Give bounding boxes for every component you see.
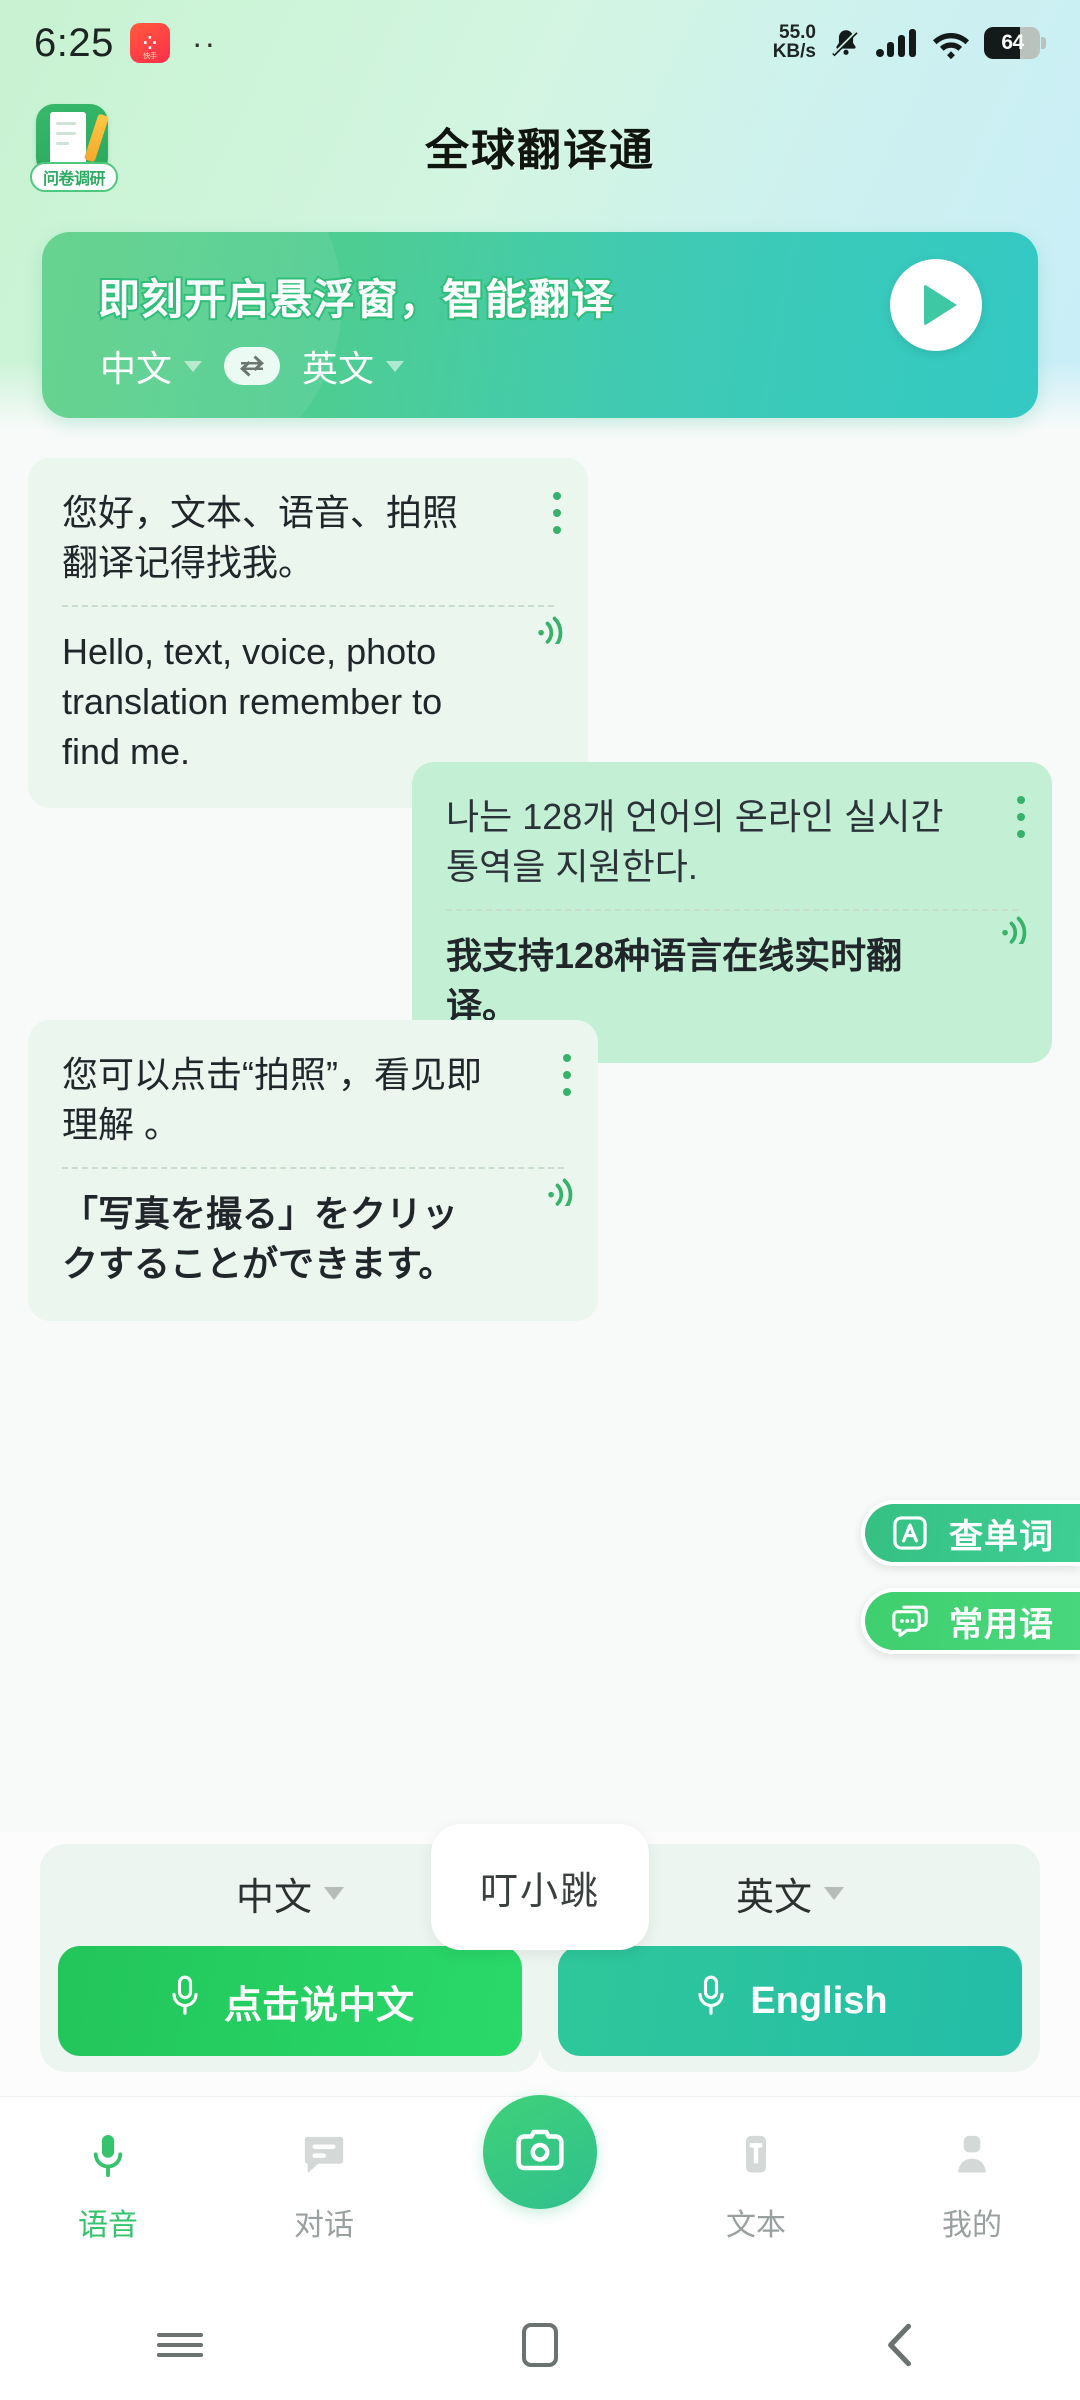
camera-fab-button[interactable] — [483, 2095, 597, 2209]
person-icon — [950, 2131, 994, 2186]
chat-message-left-2[interactable]: 您可以点击“拍照”，看见即理解 。 「写真を撮る」をクリックすることができます。 — [28, 1020, 598, 1321]
microphone-icon — [166, 1974, 204, 2028]
microphone-icon — [87, 2131, 129, 2186]
swap-languages-icon[interactable] — [224, 347, 281, 385]
message-source-text: 您好，文本、语音、拍照翻译记得找我。 — [62, 492, 459, 583]
lookup-word-chip-label: 查单词 — [949, 1517, 1054, 1556]
tab-dialogue[interactable]: 对话 — [216, 2097, 432, 2244]
android-navigation-bar[interactable] — [0, 2290, 1080, 2400]
common-phrases-chip-label: 常用语 — [949, 1605, 1054, 1644]
message-target-text: 「写真を撮る」をクリックすることができます。 — [62, 1193, 459, 1285]
more-options-icon[interactable] — [1016, 796, 1026, 838]
lookup-word-chip[interactable]: 查单词 — [861, 1500, 1080, 1566]
message-source-text: 您可以点击“拍照”，看见即理解 。 — [62, 1054, 482, 1145]
network-speed-unit: KB/s — [772, 41, 816, 62]
speaker-icon[interactable] — [544, 1172, 578, 1211]
tab-text[interactable]: 文本 — [648, 2097, 864, 2244]
network-speed: 55.0 KB/s — [773, 24, 816, 61]
tab-text-label: 文本 — [726, 2209, 786, 2242]
banner-source-lang[interactable]: 中文 — [100, 340, 172, 392]
battery-indicator: 64 — [984, 27, 1046, 59]
assistant-tooltip[interactable]: 叮小跳 — [431, 1824, 649, 1950]
banner-title: 即刻开启悬浮窗，智能翻译 — [96, 274, 615, 325]
speaker-icon[interactable] — [998, 910, 1032, 949]
chat-message-left-1[interactable]: 您好，文本、语音、拍照翻译记得找我。 Hello, text, voice, p… — [28, 458, 588, 809]
home-button[interactable] — [522, 2323, 558, 2367]
app-header: 问卷调研 全球翻译通 — [0, 100, 1080, 196]
voice-input-panel: 中文 点击说中文 英文 English 叮小跳 — [0, 1824, 1080, 2096]
battery-body: 64 — [984, 27, 1041, 59]
chevron-down-icon-target[interactable] — [386, 360, 405, 372]
more-options-icon[interactable] — [552, 492, 562, 534]
tab-dialogue-label: 对话 — [294, 2209, 354, 2242]
more-options-icon[interactable] — [562, 1054, 572, 1096]
bottom-tab-bar[interactable]: 语音 对话 文本 我的 — [0, 2095, 1080, 2290]
menu-lines-icon[interactable] — [0, 2327, 360, 2363]
home-square-icon[interactable] — [360, 2323, 720, 2367]
speak-english-button-label: English — [750, 1979, 888, 2022]
page-title: 全球翻译通 — [425, 126, 655, 175]
chevron-down-icon[interactable] — [184, 360, 203, 372]
chat-lines-icon — [301, 2131, 347, 2186]
mute-bell-icon — [829, 26, 863, 60]
battery-tip — [1041, 37, 1046, 49]
play-triangle — [924, 284, 957, 326]
source-language-label: 中文 — [235, 1877, 312, 1919]
target-language-label: 英文 — [735, 1877, 812, 1919]
chat-message-right-1[interactable]: 나는 128개 언어의 온라인 실시간 통역을 지원한다. 我支持128种语言在… — [412, 762, 1052, 1063]
status-bar-left: 6:25 ⁘ 快手 ·· — [34, 21, 217, 66]
back-button[interactable] — [883, 2321, 917, 2369]
tab-profile[interactable]: 我的 — [864, 2097, 1080, 2244]
common-phrases-chip[interactable]: 常用语 — [861, 1588, 1080, 1654]
message-target-text: Hello, text, voice, photo translation re… — [62, 631, 443, 772]
status-bar: 6:25 ⁘ 快手 ·· 55.0 KB/s 64 — [0, 0, 1080, 86]
speaker-icon[interactable] — [534, 610, 568, 649]
kuaishou-app-icon: ⁘ 快手 — [129, 23, 170, 63]
message-target-text: 我支持128种语言在线实时翻译。 — [446, 935, 903, 1027]
floating-window-promo-banner[interactable]: 即刻开启悬浮窗，智能翻译 中文 英文 — [42, 232, 1038, 418]
microphone-icon — [692, 1974, 730, 2028]
battery-percent: 64 — [1001, 31, 1024, 54]
chevron-down-icon-source[interactable] — [324, 1887, 344, 1900]
letter-a-box-icon — [889, 1512, 931, 1554]
status-time: 6:25 — [34, 20, 114, 65]
text-t-icon — [734, 2131, 778, 2186]
kuaishou-app-icon-sub: 快手 — [143, 53, 157, 60]
signal-bars-icon — [876, 27, 918, 59]
wifi-icon — [931, 27, 971, 59]
banner-language-selector: 中文 英文 — [100, 340, 405, 392]
tab-voice-label: 语音 — [78, 2209, 138, 2242]
banner-target-lang[interactable]: 英文 — [302, 340, 374, 392]
message-divider — [62, 605, 554, 608]
tab-camera[interactable] — [432, 2095, 648, 2209]
speak-chinese-button[interactable]: 点击说中文 — [58, 1946, 522, 2056]
chevron-down-icon-target-panel[interactable] — [824, 1887, 844, 1900]
status-overflow-dots: ·· — [191, 24, 218, 61]
message-divider — [62, 1167, 564, 1170]
tab-voice[interactable]: 语音 — [0, 2097, 216, 2244]
status-bar-right: 55.0 KB/s 64 — [773, 24, 1046, 61]
camera-icon — [513, 2123, 567, 2182]
chat-bubbles-icon — [889, 1600, 931, 1642]
speak-english-button[interactable]: English — [558, 1946, 1022, 2056]
message-source-text: 나는 128개 언어의 온라인 실시간 통역을 지원한다. — [446, 796, 944, 887]
message-divider — [446, 909, 1018, 912]
tab-profile-label: 我的 — [942, 2209, 1002, 2242]
play-icon[interactable] — [890, 259, 982, 351]
kuaishou-app-icon-glyph: ⁘ — [142, 32, 157, 54]
floating-action-chips[interactable]: 查单词 常用语 — [861, 1500, 1080, 1676]
speak-chinese-button-label: 点击说中文 — [223, 1984, 414, 2027]
recents-button[interactable] — [157, 2327, 203, 2363]
back-chevron-icon[interactable] — [720, 2321, 1080, 2369]
